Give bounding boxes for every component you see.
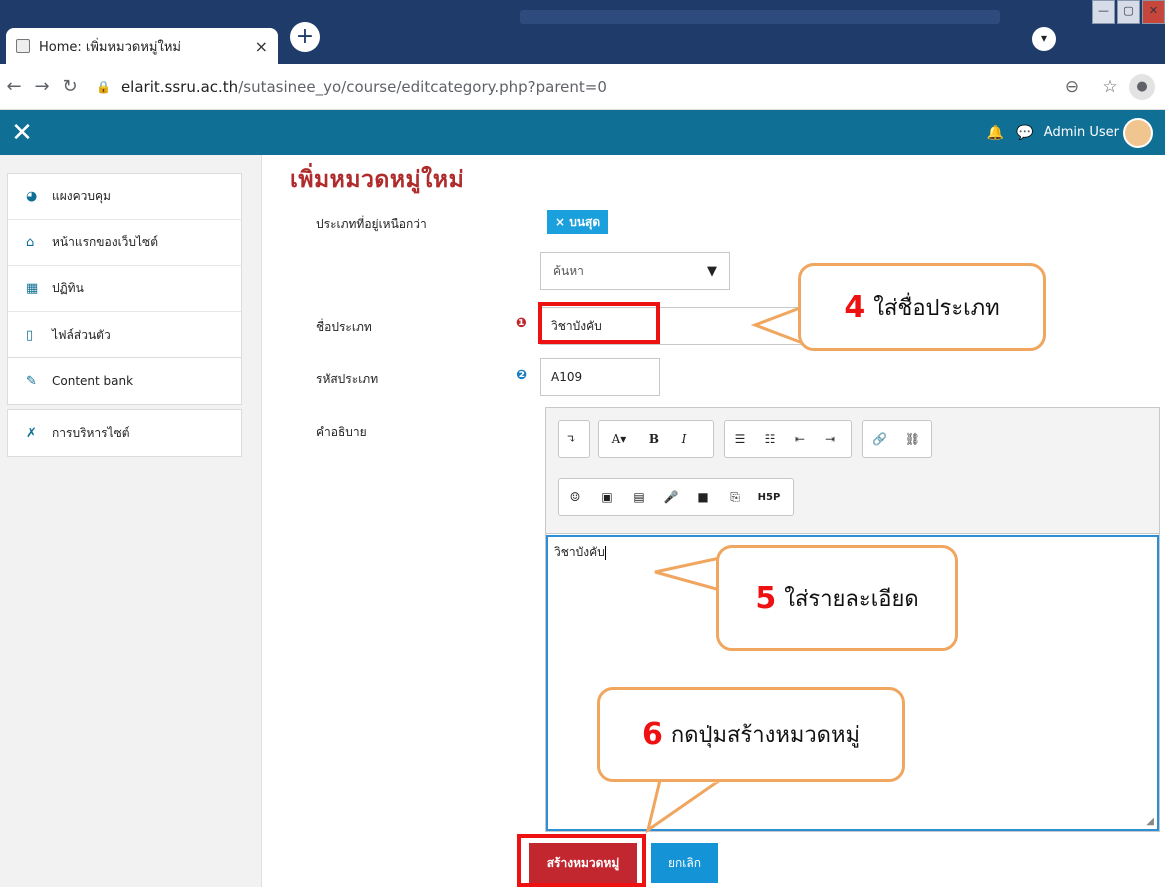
annotation-text: กดปุ่มสร้างหมวดหมู่: [670, 723, 860, 748]
annotation-step-5: 5 ใส่รายละเอียด: [716, 545, 958, 651]
annotation-number: 4: [844, 289, 866, 325]
annotation-step-4: 4 ใส่ชื่อประเภท: [798, 263, 1046, 351]
callout-tails: [645, 305, 803, 834]
annotation-step-6: 6 กดปุ่มสร้างหมวดหมู่: [597, 687, 905, 782]
annotation-number: 5: [755, 580, 777, 616]
annotation-text: ใส่รายละเอียด: [784, 586, 919, 612]
annotation-number: 6: [642, 717, 663, 752]
annotation-text: ใส่ชื่อประเภท: [873, 295, 1000, 321]
